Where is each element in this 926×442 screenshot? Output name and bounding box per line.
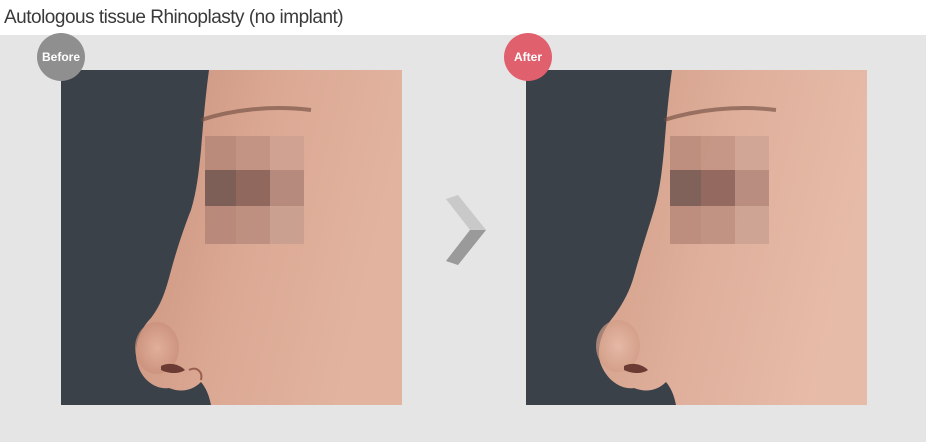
after-badge: After [504, 33, 552, 81]
before-after-panel: Before After [0, 33, 926, 442]
page-title: Autologous tissue Rhinoplasty (no implan… [4, 7, 344, 28]
after-photo [526, 70, 867, 405]
after-badge-label: After [513, 50, 542, 64]
before-badge-label: Before [41, 50, 80, 64]
chevron-right-icon [444, 195, 488, 265]
before-badge: Before [37, 33, 85, 81]
before-photo [61, 70, 402, 405]
